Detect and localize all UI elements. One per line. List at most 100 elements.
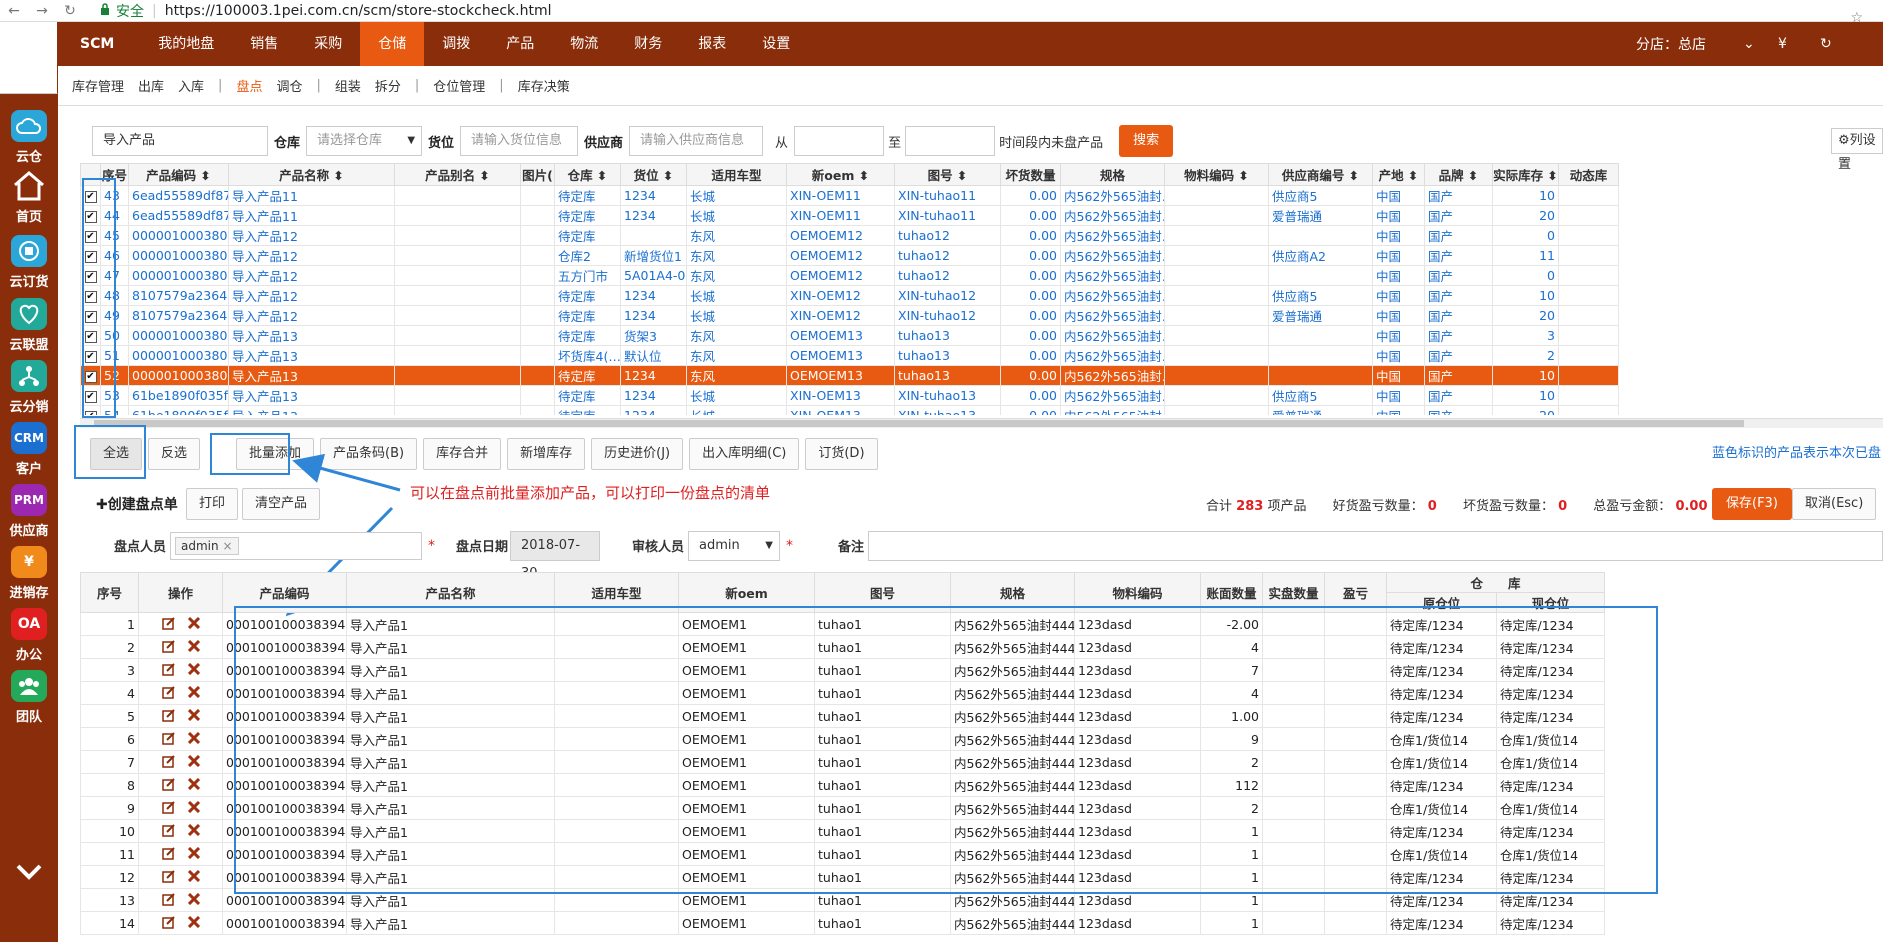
bad-diff-value: 0	[1558, 499, 1568, 514]
create-stockcheck-label[interactable]: ✚创建盘点单	[96, 494, 178, 514]
amount-diff-label: 总盈亏金额：	[1593, 499, 1672, 514]
total-suffix: 项产品	[1267, 499, 1307, 514]
required-star: *	[428, 538, 435, 554]
row-actions	[138, 819, 223, 843]
edit-icon[interactable]	[161, 892, 176, 909]
app-root: ← → ↻ 安全 | https://100003.1pei.com.cn/sc…	[0, 0, 1883, 942]
auditor-select[interactable]: admin ▼	[688, 531, 780, 561]
delete-icon[interactable]	[187, 662, 200, 678]
delete-icon[interactable]	[187, 800, 200, 816]
delete-icon[interactable]	[187, 731, 200, 747]
row-actions	[138, 796, 223, 820]
grid2-cell	[554, 911, 679, 935]
checker-tag: admin ×	[175, 537, 239, 555]
row-index: 6	[80, 727, 139, 751]
row-index: 5	[80, 704, 139, 728]
row-index: 3	[80, 658, 139, 682]
delete-icon[interactable]	[187, 685, 200, 701]
edit-icon[interactable]	[161, 754, 176, 771]
row-index: 7	[80, 750, 139, 774]
good-diff-label: 好货盈亏数量：	[1332, 499, 1424, 514]
clear-products-button[interactable]: 清空产品	[242, 488, 321, 520]
edit-icon[interactable]	[161, 731, 176, 748]
grid2-header-1: 操作	[138, 572, 223, 613]
delete-icon[interactable]	[187, 639, 200, 655]
delete-icon[interactable]	[187, 823, 200, 839]
row-actions	[138, 888, 223, 912]
grid2-cell: tuhao1	[814, 911, 951, 935]
row-index: 10	[80, 819, 139, 843]
total-count: 283	[1236, 499, 1264, 514]
date-input[interactable]: 2018-07-30	[510, 531, 600, 581]
edit-icon[interactable]	[161, 915, 176, 932]
edit-icon[interactable]	[161, 846, 176, 863]
bad-diff-label: 坏货盈亏数量：	[1462, 499, 1554, 514]
edit-icon[interactable]	[161, 639, 176, 656]
remark-input[interactable]	[868, 531, 1883, 561]
row-actions	[138, 911, 223, 935]
required-star: *	[786, 538, 793, 554]
row-actions	[138, 635, 223, 659]
delete-icon[interactable]	[187, 915, 200, 931]
edit-icon[interactable]	[161, 823, 176, 840]
save-button[interactable]: 保存(F3)	[1712, 488, 1792, 520]
grid2-cell: OEMOEM1	[678, 911, 815, 935]
caret-down-icon: ▼	[765, 540, 773, 551]
remark-label: 备注	[838, 540, 865, 555]
row-actions	[138, 681, 223, 705]
row-index: 11	[80, 842, 139, 866]
date-label: 盘点日期	[456, 540, 509, 555]
delete-icon[interactable]	[187, 892, 200, 908]
row-index: 14	[80, 911, 139, 935]
grid2-header-warehouse: 仓 库	[1385, 572, 1606, 593]
stockcheck-info-row: 盘点人员 admin × * 盘点日期 2018-07-30 审核人员 admi…	[92, 528, 1883, 581]
edit-icon[interactable]	[161, 685, 176, 702]
delete-icon[interactable]	[187, 754, 200, 770]
summary-bar: 合计 283 项产品 好货盈亏数量： 0 坏货盈亏数量： 0 总盈亏金额： 0.…	[1206, 495, 1708, 514]
checker-label: 盘点人员	[114, 540, 167, 555]
edit-icon[interactable]	[161, 662, 176, 679]
delete-icon[interactable]	[187, 708, 200, 724]
delete-icon[interactable]	[187, 777, 200, 793]
grid2-cell[interactable]	[1262, 911, 1325, 935]
close-icon[interactable]: ×	[222, 539, 232, 553]
edit-icon[interactable]	[161, 616, 176, 633]
edit-icon[interactable]	[161, 800, 176, 817]
good-diff-value: 0	[1427, 499, 1437, 514]
cancel-button[interactable]: 取消(Esc)	[1792, 488, 1877, 520]
auditor-label: 审核人员	[632, 540, 685, 555]
row-index: 9	[80, 796, 139, 820]
grid2-cell: 导入产品1	[346, 911, 555, 935]
row-actions	[138, 750, 223, 774]
row-index: 8	[80, 773, 139, 797]
row-index: 12	[80, 865, 139, 889]
delete-icon[interactable]	[187, 869, 200, 885]
row-index: 4	[80, 681, 139, 705]
row-actions	[138, 865, 223, 889]
edit-icon[interactable]	[161, 708, 176, 725]
checker-input[interactable]: admin ×	[170, 532, 422, 560]
delete-icon[interactable]	[187, 846, 200, 862]
edit-icon[interactable]	[161, 777, 176, 794]
row-actions	[138, 773, 223, 797]
product-list-highlight-box	[234, 606, 1658, 894]
row-actions	[138, 612, 223, 636]
print-button[interactable]: 打印	[186, 488, 239, 520]
total-prefix: 合计	[1206, 499, 1233, 514]
row-index: 1	[80, 612, 139, 636]
grid2-cell: 待定库/1234	[1495, 911, 1606, 935]
table-row[interactable]: 14 0001001000383947 导入产品1 OEMOEM1 tuhao1 内562…	[80, 911, 1606, 935]
grid2-cell: 待定库/1234	[1386, 911, 1497, 935]
edit-icon[interactable]	[161, 869, 176, 886]
grid2-cell: 123dasd	[1074, 911, 1201, 935]
auditor-value: admin	[699, 538, 740, 553]
row-actions	[138, 727, 223, 751]
grid2-cell: 内562外565油封444	[950, 911, 1075, 935]
row-index: 13	[80, 888, 139, 912]
delete-icon[interactable]	[187, 616, 200, 632]
stockcheck-toolbar: ✚创建盘点单 打印 清空产品 合计 283 项产品 好货盈亏数量： 0 坏货盈亏…	[92, 486, 1883, 520]
checker-value: admin	[181, 539, 219, 553]
grid2-cell: 1	[1200, 911, 1263, 935]
row-index: 2	[80, 635, 139, 659]
grid2-header-0: 序号	[80, 572, 139, 613]
